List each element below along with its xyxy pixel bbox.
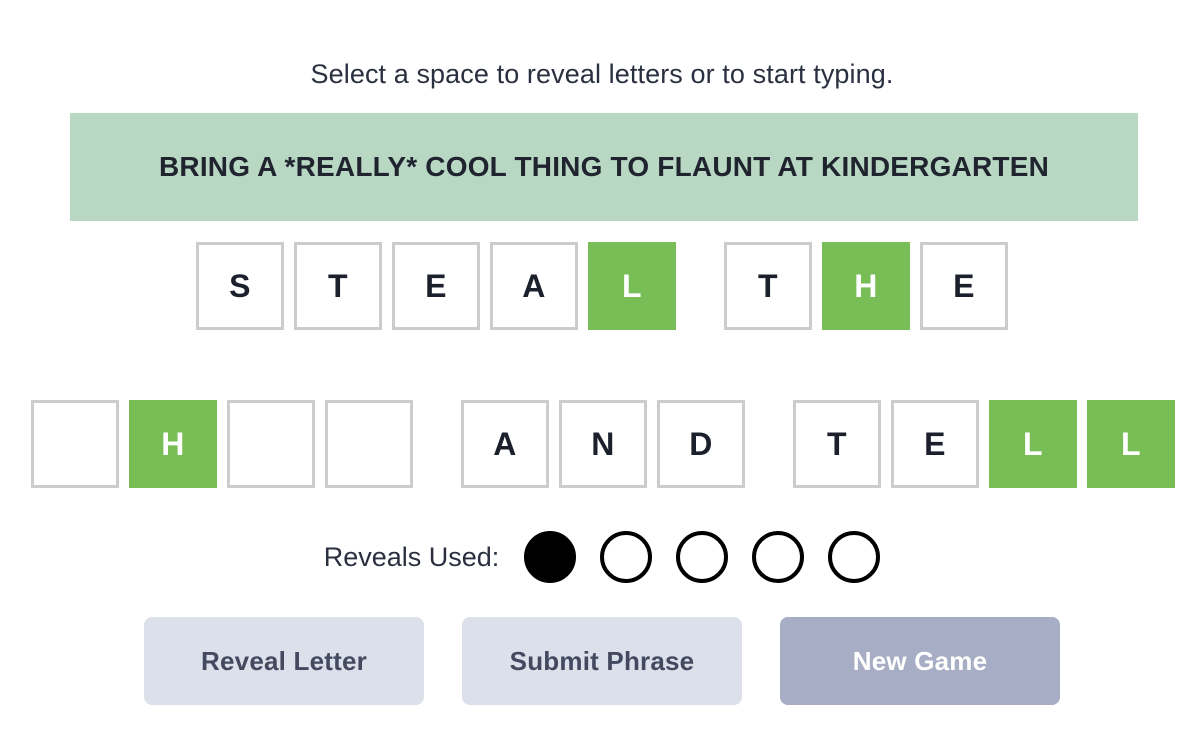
letter-tile-filled[interactable]: E	[920, 242, 1008, 330]
letter-board: STEALTHE HANDTELL	[0, 239, 1204, 491]
new-game-button[interactable]: New Game	[780, 617, 1060, 705]
reveal-letter-button[interactable]: Reveal Letter	[144, 617, 424, 705]
submit-phrase-button[interactable]: Submit Phrase	[462, 617, 742, 705]
reveal-dot-filled	[524, 531, 577, 583]
phrase-banner-text: BRING A *REALLY* COOL THING TO FLAUNT AT…	[158, 151, 1050, 182]
reveal-dot-empty	[676, 531, 729, 583]
reveals-used-label: Reveals Used:	[323, 542, 500, 572]
word-group: AND	[461, 400, 745, 488]
letter-tile-filled[interactable]: A	[490, 242, 578, 330]
reveal-dot-empty	[600, 531, 653, 583]
action-buttons: Reveal Letter Submit Phrase New Game	[0, 617, 1204, 705]
letter-tile-empty[interactable]	[325, 400, 413, 488]
letter-tile-revealed[interactable]: L	[588, 242, 676, 330]
letter-tile-empty[interactable]	[31, 400, 119, 488]
letter-tile-revealed[interactable]: H	[822, 242, 910, 330]
letter-tile-revealed[interactable]: L	[1087, 400, 1175, 488]
letter-tile-filled[interactable]: A	[461, 400, 549, 488]
letter-tile-filled[interactable]: D	[657, 400, 745, 488]
letter-tile-filled[interactable]: T	[793, 400, 881, 488]
reveal-dot-empty	[828, 531, 881, 583]
letter-tile-revealed[interactable]: L	[989, 400, 1077, 488]
letter-tile-filled[interactable]: N	[559, 400, 647, 488]
reveal-dot-empty	[752, 531, 805, 583]
letter-tile-filled[interactable]: E	[392, 242, 480, 330]
word-group: STEAL	[196, 242, 676, 330]
letter-tile-filled[interactable]: E	[891, 400, 979, 488]
letter-tile-filled[interactable]: S	[196, 242, 284, 330]
tile-row: HANDTELL	[0, 397, 1204, 491]
reveals-dots	[524, 531, 881, 583]
letter-tile-filled[interactable]: T	[294, 242, 382, 330]
letter-tile-empty[interactable]	[227, 400, 315, 488]
letter-tile-revealed[interactable]: H	[129, 400, 217, 488]
word-group: TELL	[793, 400, 1175, 488]
word-group: H	[31, 400, 413, 488]
letter-tile-filled[interactable]: T	[724, 242, 812, 330]
word-group: THE	[724, 242, 1008, 330]
reveals-used: Reveals Used:	[0, 531, 1204, 583]
tile-row: STEALTHE	[0, 239, 1204, 333]
instruction-text: Select a space to reveal letters or to s…	[310, 59, 894, 89]
phrase-banner: BRING A *REALLY* COOL THING TO FLAUNT AT…	[70, 113, 1138, 221]
